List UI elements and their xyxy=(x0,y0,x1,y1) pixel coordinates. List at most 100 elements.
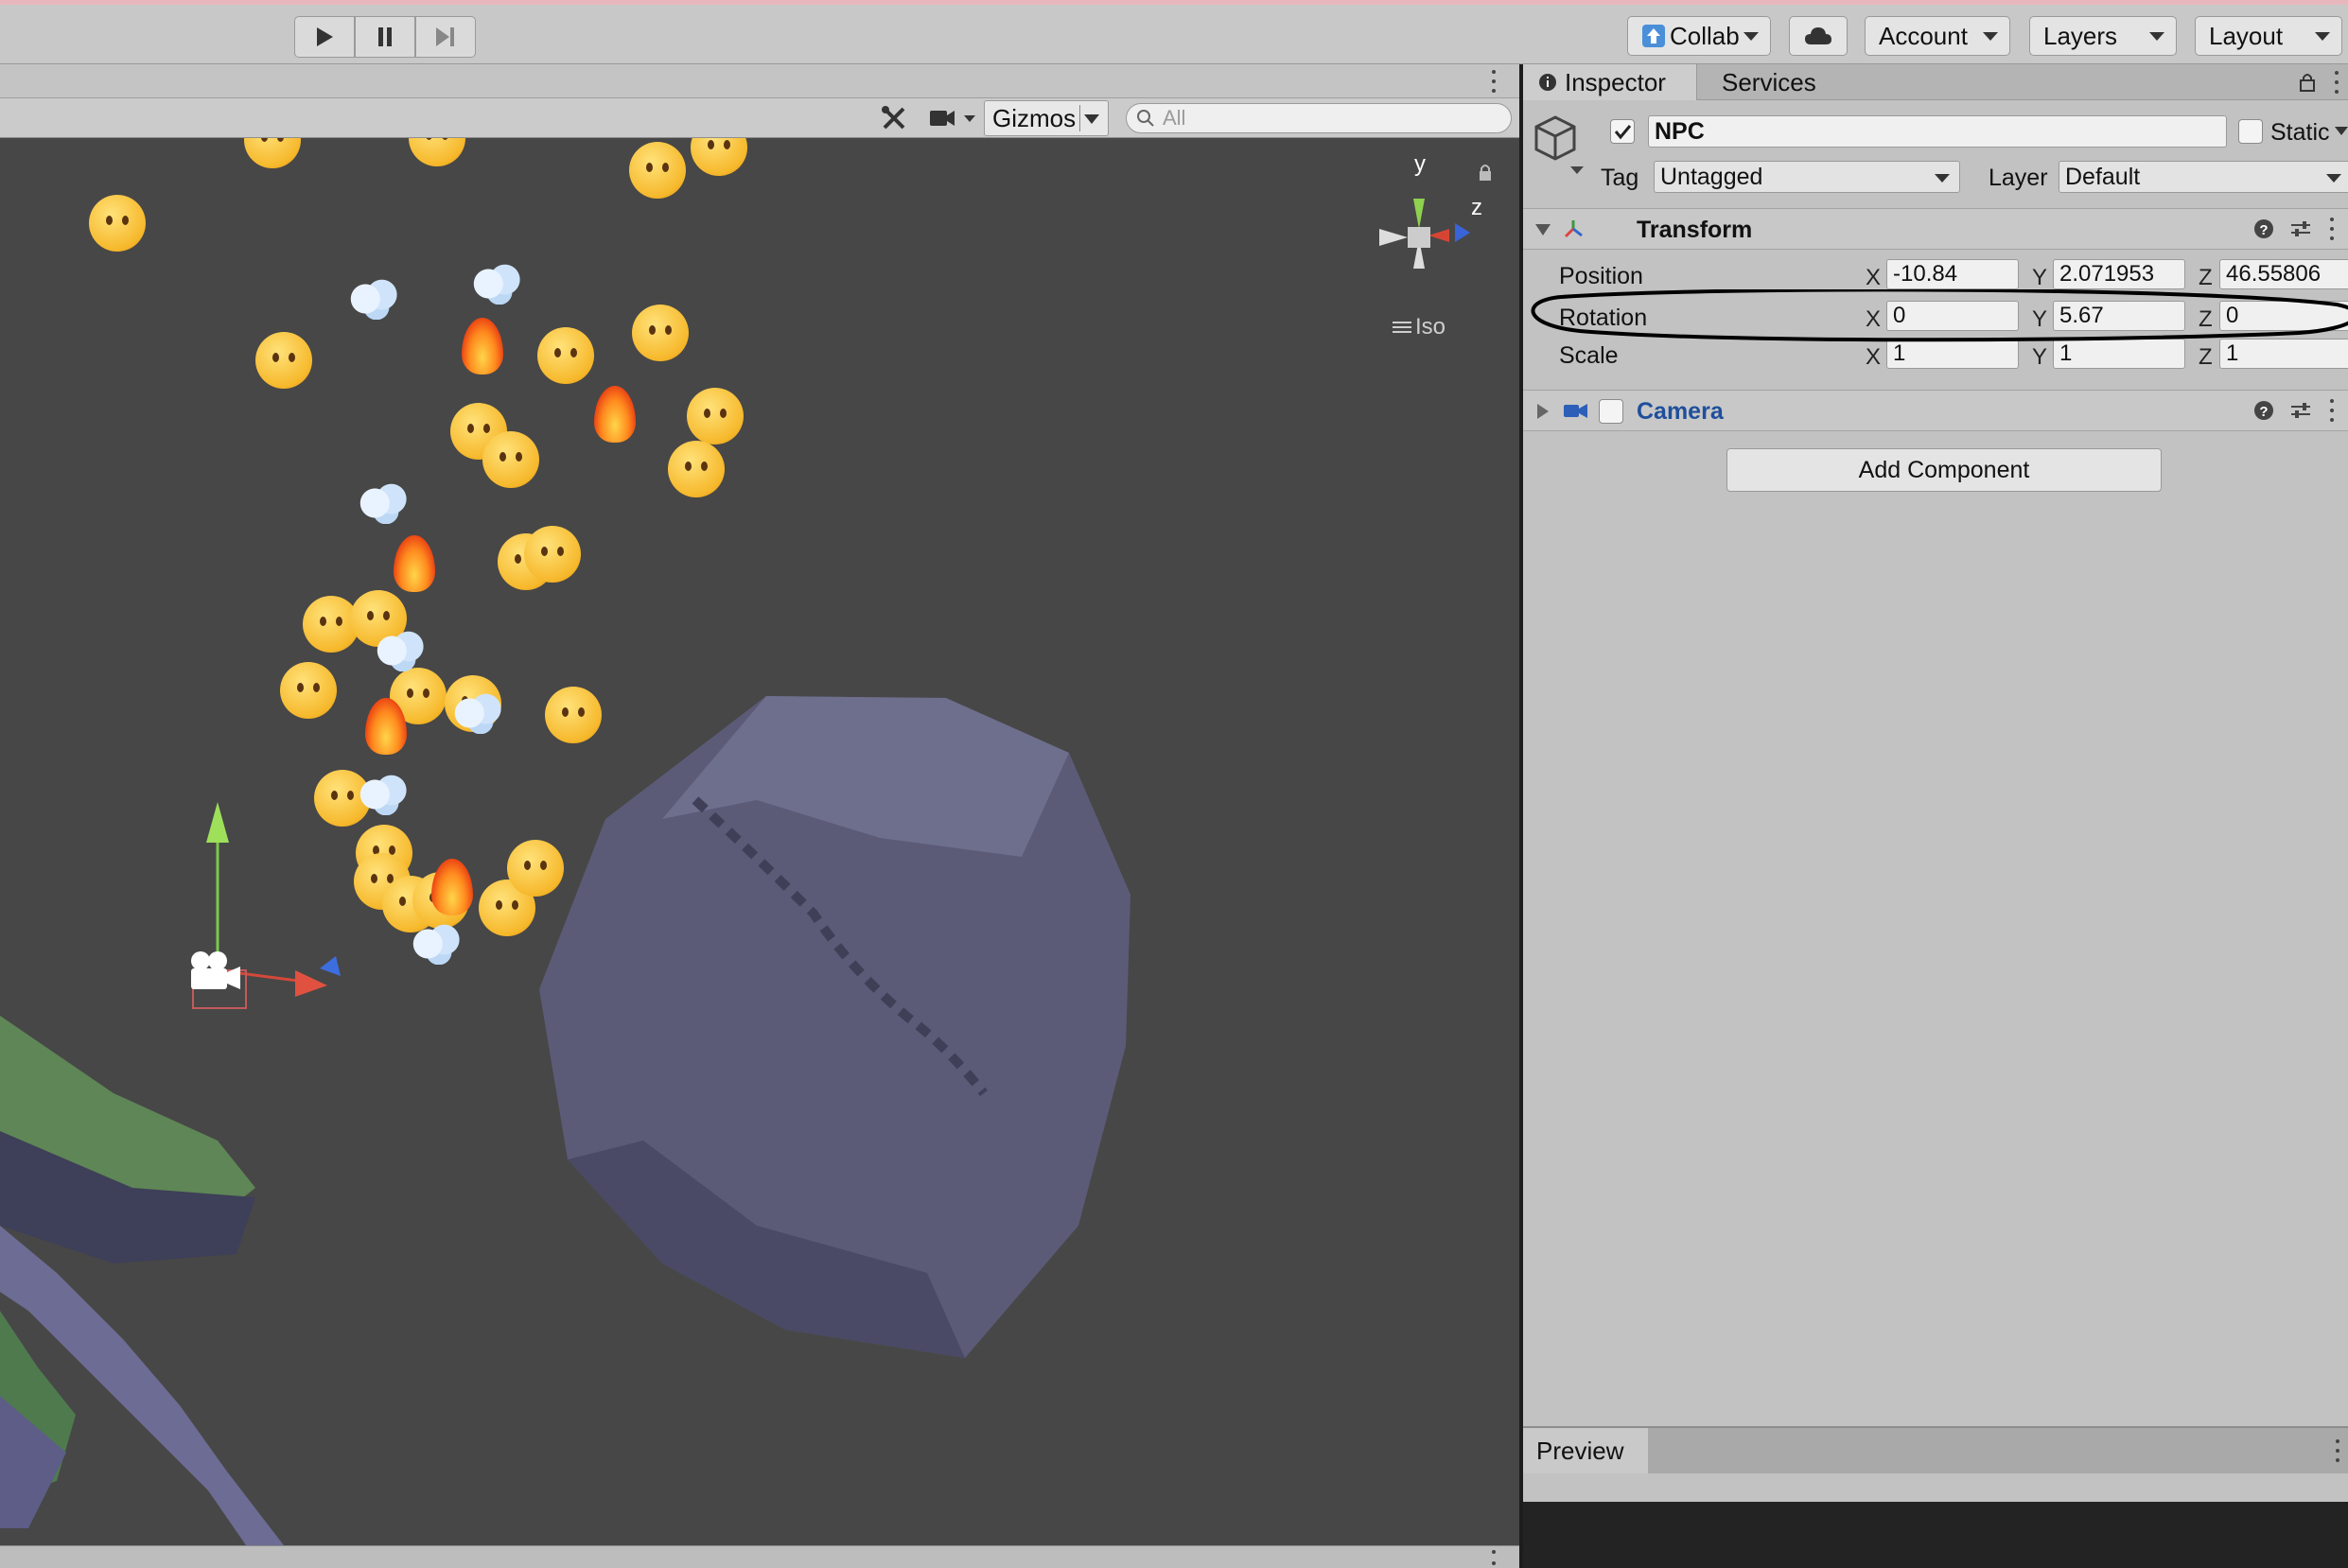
position-z-field[interactable]: 46.55806 xyxy=(2219,259,2348,289)
face-emoji-icon xyxy=(632,305,689,361)
lock-icon[interactable] xyxy=(1478,163,1493,186)
scene-tab-bar xyxy=(0,64,1519,98)
inspector-panel: Inspector Services NPC Static Tag Untagg… xyxy=(1523,64,2348,1568)
collab-button[interactable]: Collab xyxy=(1627,16,1771,56)
steam-icon xyxy=(346,278,401,320)
chevron-down-icon xyxy=(2326,174,2341,183)
face-emoji-icon xyxy=(537,327,594,384)
step-icon xyxy=(436,27,454,46)
tab-services[interactable]: Services xyxy=(1697,64,1858,100)
tab-services-label: Services xyxy=(1722,67,1816,96)
position-x-field[interactable]: -10.84 xyxy=(1886,259,2019,289)
chevron-down-icon xyxy=(1084,114,1099,124)
object-name-field[interactable]: NPC xyxy=(1648,115,2227,148)
svg-text:?: ? xyxy=(2259,404,2268,420)
play-icon xyxy=(317,27,333,46)
gizmos-divider xyxy=(1079,105,1080,131)
pause-button[interactable] xyxy=(355,16,415,58)
gizmos-label: Gizmos xyxy=(992,103,1077,132)
steam-icon xyxy=(373,630,428,671)
tools-button[interactable] xyxy=(870,102,918,134)
kebab-menu-icon[interactable] xyxy=(2329,218,2335,240)
static-checkbox[interactable] xyxy=(2238,119,2263,144)
projection-toggle[interactable]: Iso xyxy=(1393,314,1446,340)
add-component-button[interactable]: Add Component xyxy=(1726,448,2162,492)
hamburger-icon xyxy=(1393,322,1411,333)
face-emoji-icon xyxy=(687,388,744,444)
steam-icon xyxy=(450,692,505,734)
inspector-tab-bar: Inspector Services xyxy=(1523,64,2348,100)
help-icon[interactable]: ? xyxy=(2253,218,2274,239)
account-dropdown[interactable]: Account xyxy=(1865,16,2010,56)
gizmo-z-arrow[interactable] xyxy=(320,956,341,976)
preview-tab[interactable]: Preview xyxy=(1523,1428,1648,1473)
tag-dropdown[interactable]: Untagged xyxy=(1654,161,1960,193)
chevron-down-icon xyxy=(1983,32,1998,41)
gizmos-dropdown[interactable]: Gizmos xyxy=(984,100,1109,136)
layers-dropdown[interactable]: Layers xyxy=(2029,16,2177,56)
foldout-collapsed-icon[interactable] xyxy=(1536,403,1550,420)
chevron-down-icon xyxy=(1935,174,1950,183)
layout-label: Layout xyxy=(2209,21,2284,50)
layout-dropdown[interactable]: Layout xyxy=(2195,16,2342,56)
active-checkbox[interactable] xyxy=(1610,119,1635,144)
face-emoji-icon xyxy=(629,142,686,199)
cloud-services-button[interactable] xyxy=(1789,16,1848,56)
axis-z-label: Z xyxy=(2199,344,2213,370)
position-y-field[interactable]: 2.071953 xyxy=(2053,259,2185,289)
tab-inspector[interactable]: Inspector xyxy=(1523,64,1697,100)
scene-toolbar: Gizmos All xyxy=(0,98,1519,138)
position-label: Position xyxy=(1559,263,1643,289)
object-name: NPC xyxy=(1655,117,1705,145)
play-button[interactable] xyxy=(294,16,355,58)
lock-icon[interactable] xyxy=(2299,72,2316,97)
chevron-down-icon xyxy=(2315,32,2330,41)
pause-icon xyxy=(378,27,392,46)
chevron-down-icon[interactable] xyxy=(2335,127,2348,136)
kebab-menu-icon[interactable] xyxy=(2335,1439,2340,1462)
collab-label: Collab xyxy=(1670,21,1740,50)
scale-label: Scale xyxy=(1559,342,1619,369)
orientation-gizmo[interactable]: y z xyxy=(1372,151,1485,303)
scene-viewport[interactable]: y z Iso xyxy=(0,138,1519,1545)
checkmark-icon xyxy=(1614,125,1632,140)
cloud-icon xyxy=(1805,27,1831,44)
layer-dropdown[interactable]: Default xyxy=(2059,161,2348,193)
preview-render xyxy=(1523,1502,2348,1568)
account-label: Account xyxy=(1879,21,1968,50)
axis-x-label: X xyxy=(1866,265,1882,290)
foldout-expanded-icon[interactable] xyxy=(1534,223,1551,236)
scene-search-field[interactable]: All xyxy=(1126,103,1512,133)
search-icon xyxy=(1137,110,1154,127)
annotation-ellipse xyxy=(1531,289,2348,342)
transform-title: Transform xyxy=(1637,217,1753,243)
help-icon[interactable]: ? xyxy=(2253,400,2274,421)
gizmo-y-arrow[interactable] xyxy=(206,802,229,843)
steam-icon xyxy=(356,482,411,524)
kebab-menu-icon[interactable] xyxy=(2329,399,2335,422)
transform-header[interactable]: Transform ? xyxy=(1523,208,2348,250)
settings-sliders-icon[interactable] xyxy=(2289,400,2312,421)
kebab-menu-icon[interactable] xyxy=(2334,71,2339,94)
camera-header[interactable]: Camera ? xyxy=(1523,390,2348,431)
gameobject-icon[interactable] xyxy=(1534,113,1587,179)
camera-title: Camera xyxy=(1637,398,1724,425)
main-toolbar: Collab Account Layers Layout xyxy=(0,0,2348,64)
settings-sliders-icon[interactable] xyxy=(2289,218,2312,239)
steam-icon xyxy=(409,923,464,965)
camera-settings-button[interactable] xyxy=(923,102,982,134)
layer-value: Default xyxy=(2065,163,2141,190)
tag-label: Tag xyxy=(1601,165,1639,191)
playback-controls xyxy=(294,16,476,58)
gizmo-x-arrow[interactable] xyxy=(295,970,327,997)
step-button[interactable] xyxy=(415,16,476,58)
chevron-down-icon xyxy=(2149,32,2164,41)
kebab-menu-icon[interactable] xyxy=(1491,1550,1497,1565)
scene-camera-gizmo[interactable] xyxy=(185,950,246,1000)
axis-y-label: Y xyxy=(2032,265,2048,290)
axis-x-label: X xyxy=(1866,344,1882,370)
transform-icon xyxy=(1564,220,1583,238)
camera-enabled-checkbox[interactable] xyxy=(1599,399,1623,424)
kebab-menu-icon[interactable] xyxy=(1491,70,1497,93)
face-emoji-icon xyxy=(524,526,581,583)
